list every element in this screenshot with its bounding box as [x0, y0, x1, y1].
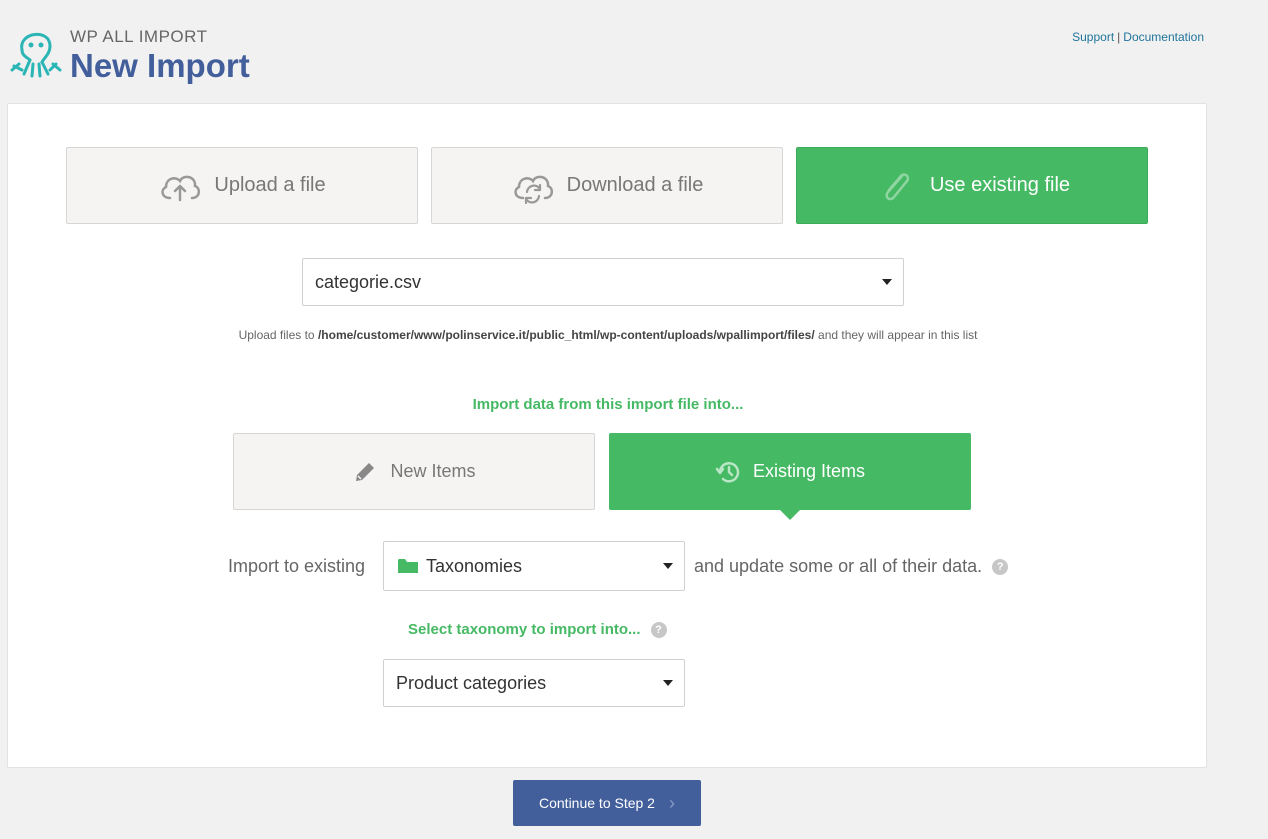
continue-button[interactable]: Continue to Step 2 › [513, 780, 701, 826]
new-items-label: New Items [390, 461, 476, 481]
update-text: and update some or all of their data. ? [694, 556, 1009, 577]
continue-button-label: Continue to Step 2 [539, 795, 655, 811]
existing-file-select[interactable]: categorie.csv [302, 258, 904, 306]
upload-file-button[interactable]: Upload a file [66, 147, 418, 224]
upload-hint-suffix: and they will appear in this list [814, 328, 978, 342]
chevron-down-icon [882, 279, 892, 285]
existing-file-value: categorie.csv [315, 271, 422, 292]
help-links: Support | Documentation [1072, 30, 1204, 44]
upload-hint: Upload files to /home/customer/www/polin… [8, 328, 1208, 342]
update-text-label: and update some or all of their data. [694, 556, 983, 576]
taxonomy-value: Product categories [396, 672, 547, 693]
paperclip-icon [885, 172, 910, 200]
upload-file-label: Upload a file [214, 174, 326, 196]
documentation-link[interactable]: Documentation [1123, 30, 1204, 44]
chevron-down-icon [663, 563, 673, 569]
taxonomy-select[interactable]: Product categories [383, 659, 685, 707]
pencil-icon [356, 462, 375, 481]
existing-items-label: Existing Items [752, 461, 866, 481]
use-existing-file-label: Use existing file [929, 174, 1071, 196]
page-title: New Import [70, 47, 250, 84]
import-type-select[interactable]: Taxonomies [383, 541, 685, 591]
download-file-button[interactable]: Download a file [431, 147, 783, 224]
chevron-down-icon [663, 680, 673, 686]
brand-name: WP ALL IMPORT [70, 27, 208, 46]
support-link[interactable]: Support [1072, 30, 1114, 44]
import-to-label: Import to existing [228, 556, 366, 576]
select-taxonomy-label: Select taxonomy to import into... [408, 621, 641, 638]
import-into-heading: Import data from this import file into..… [472, 396, 744, 413]
upload-hint-prefix: Upload files to [238, 328, 318, 342]
chevron-right-icon: › [668, 792, 675, 813]
new-items-button[interactable]: New Items [233, 433, 595, 510]
import-card: Upload a file Download a file Use existi… [7, 103, 1207, 768]
page-header: WP ALL IMPORT New Import Support | Documen… [0, 0, 1268, 100]
help-icon[interactable]: ? [650, 621, 667, 638]
import-type-value: Taxonomies [426, 555, 523, 576]
download-file-label: Download a file [566, 174, 704, 196]
folder-icon [398, 559, 418, 573]
octopus-logo-icon [10, 32, 62, 78]
select-taxonomy-heading: Select taxonomy to import into... ? [408, 621, 667, 638]
history-icon [715, 461, 740, 483]
existing-items-button[interactable]: Existing Items [609, 433, 971, 520]
help-icon[interactable]: ? [992, 558, 1009, 575]
upload-hint-path: /home/customer/www/polinservice.it/publi… [317, 328, 815, 342]
active-tab-pointer [779, 509, 801, 520]
use-existing-file-button[interactable]: Use existing file [796, 147, 1148, 224]
cloud-sync-icon [513, 175, 553, 204]
cloud-upload-icon [161, 175, 201, 201]
link-separator: | [1117, 30, 1121, 44]
